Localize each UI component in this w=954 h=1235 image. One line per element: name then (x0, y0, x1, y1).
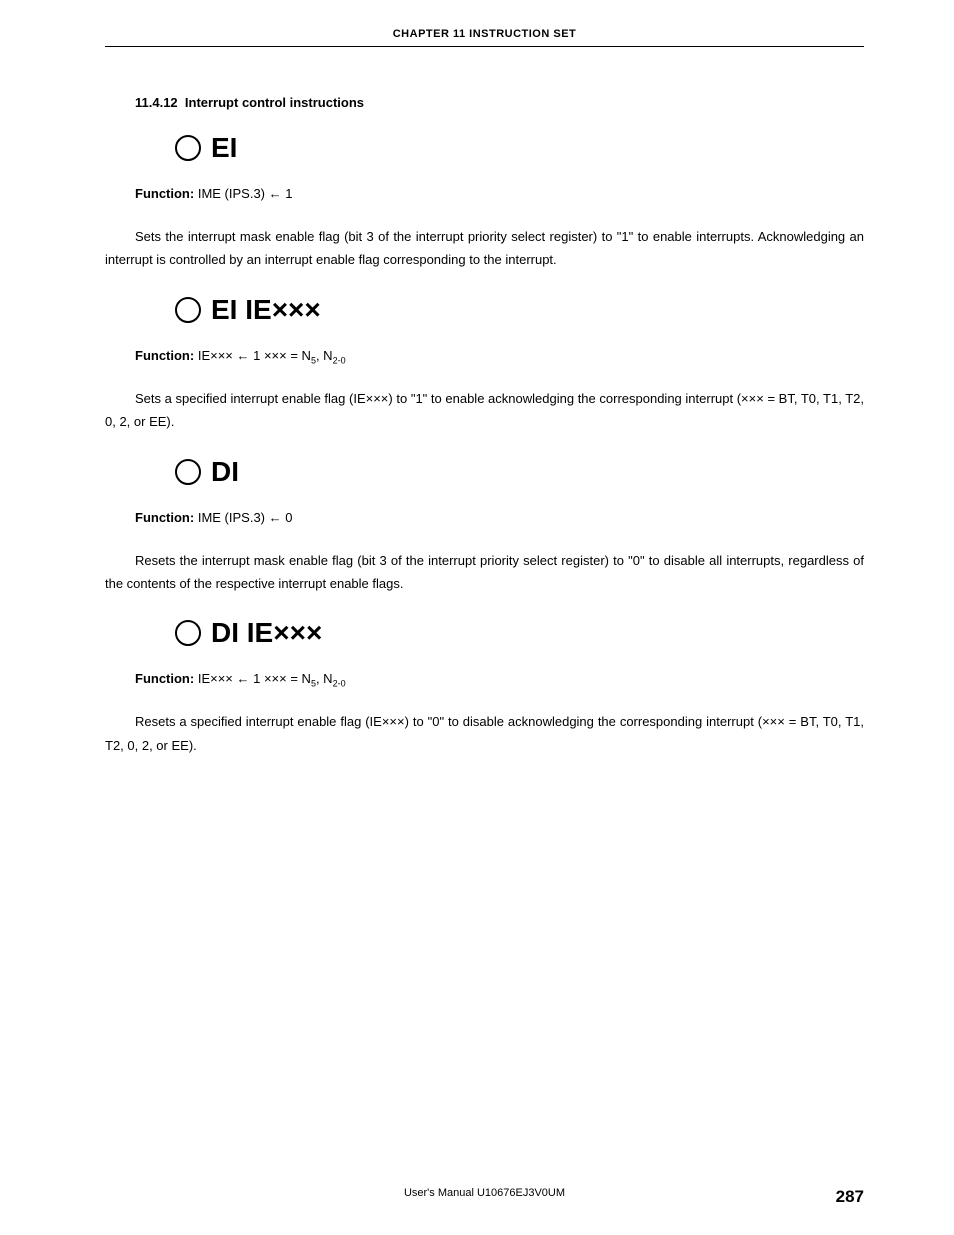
instruction-heading: EI (175, 134, 864, 162)
function-line: Function: IME (IPS.3) ← 1 (135, 186, 864, 201)
mnemonic-text: DI (211, 458, 239, 486)
section-number: 11.4.12 (135, 95, 178, 110)
instruction-description: Sets the interrupt mask enable flag (bit… (105, 225, 864, 272)
instruction-block: DI Function: IME (IPS.3) ← 0 Resets the in… (105, 458, 864, 596)
mnemonic-text: EI (211, 134, 237, 162)
instruction-heading: DI IE××× (175, 619, 864, 647)
mnemonic-text: EI IE××× (211, 296, 321, 324)
instruction-list: EI Function: IME (IPS.3) ← 1 Sets the inte… (105, 134, 864, 757)
manual-id: User's Manual U10676EJ3V0UM (404, 1187, 565, 1199)
function-line: Function: IE××× ← 1 ××× = N5, N2-0 (135, 348, 864, 363)
section-title: 11.4.12 Interrupt control instructions (135, 95, 864, 110)
page-footer: . User's Manual U10676EJ3V0UM 287 (105, 1187, 864, 1207)
instruction-heading: EI IE××× (175, 296, 864, 324)
instruction-block: DI IE××× Function: IE××× ← 1 ××× = N5, N2… (105, 619, 864, 757)
instruction-heading: DI (175, 458, 864, 486)
instruction-block: EI Function: IME (IPS.3) ← 1 Sets the inte… (105, 134, 864, 272)
function-line: Function: IE××× ← 1 ××× = N5, N2-0 (135, 671, 864, 686)
instruction-description: Resets the interrupt mask enable flag (b… (105, 549, 864, 596)
instruction-block: EI IE××× Function: IE××× ← 1 ××× = N5, N2… (105, 296, 864, 434)
bullet-circle-icon (175, 620, 201, 646)
page-number: 287 (836, 1187, 864, 1207)
instruction-description: Resets a specified interrupt enable flag… (105, 710, 864, 757)
bullet-circle-icon (175, 297, 201, 323)
section-name: Interrupt control instructions (185, 95, 364, 110)
bullet-circle-icon (175, 459, 201, 485)
function-line: Function: IME (IPS.3) ← 0 (135, 510, 864, 525)
bullet-circle-icon (175, 135, 201, 161)
chapter-header: CHAPTER 11 INSTRUCTION SET (105, 28, 864, 47)
instruction-description: Sets a specified interrupt enable flag (… (105, 387, 864, 434)
mnemonic-text: DI IE××× (211, 619, 322, 647)
page: CHAPTER 11 INSTRUCTION SET 11.4.12 Inter… (0, 0, 954, 1235)
